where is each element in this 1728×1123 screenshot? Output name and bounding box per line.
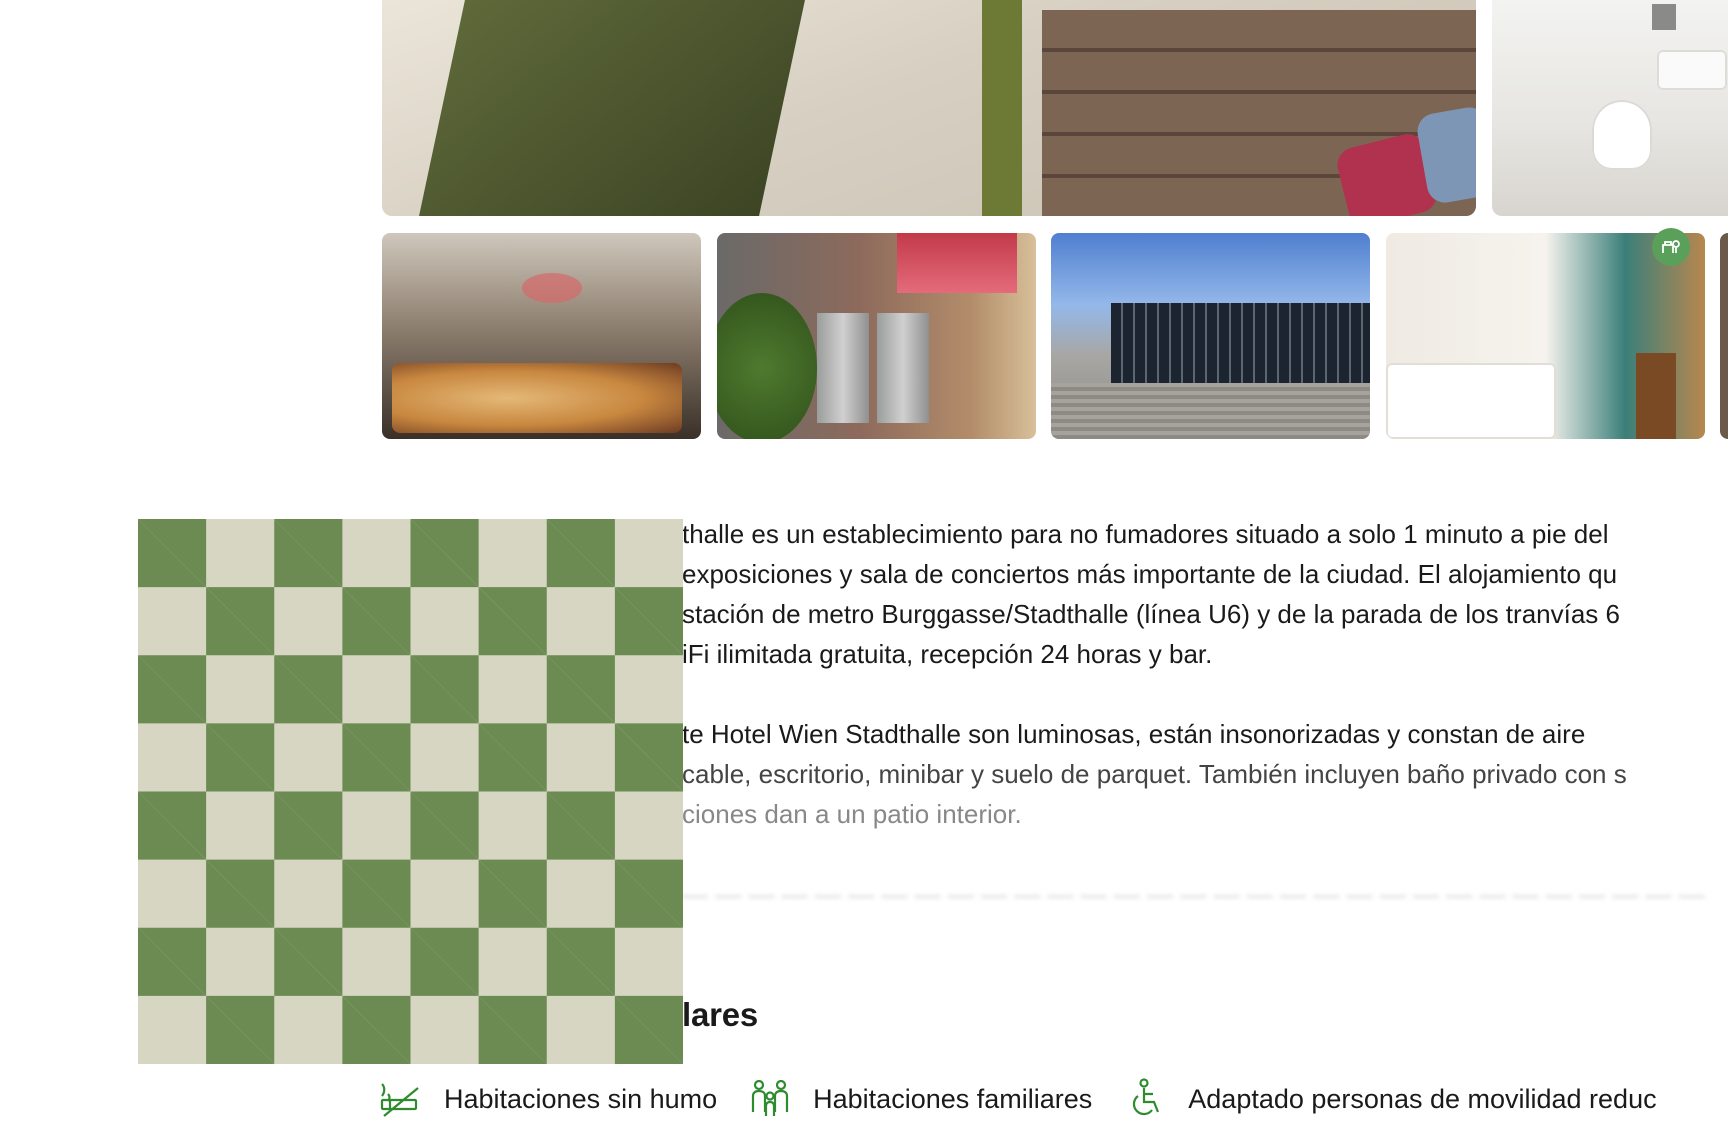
facility-label: Habitaciones familiares — [813, 1083, 1093, 1114]
description-line: ciones dan a un patio interior. — [682, 799, 1022, 829]
description-line: thalle es un establecimiento para no fum… — [682, 519, 1609, 549]
facility-item: Habitaciones familiares — [749, 1078, 1092, 1120]
family-icon — [752, 1079, 789, 1116]
facility-item: Adaptado personas de movilidad reduc — [1124, 1078, 1657, 1120]
breakfast-buffet-photo[interactable] — [382, 233, 701, 439]
partial-photo[interactable] — [1720, 233, 1728, 439]
facilities-list: Habitaciones sin humo Habitaciones famil… — [380, 1075, 1689, 1123]
hotel-lounge-photo[interactable] — [382, 0, 1476, 216]
facility-label: Adaptado personas de movilidad reduc — [1188, 1083, 1657, 1114]
facility-item: Habitaciones sin humo — [380, 1078, 717, 1120]
description-line: te Hotel Wien Stadthalle son luminosas, … — [682, 719, 1586, 749]
lobby-elevators-photo[interactable] — [717, 233, 1036, 439]
checkerboard-placeholder — [138, 519, 683, 1064]
description-line: iFi ilimitada gratuita, recepción 24 hor… — [682, 639, 1213, 669]
description-line: cable, escritorio, minibar y suelo de pa… — [682, 759, 1627, 789]
description-line: exposiciones y sala de conciertos más im… — [682, 559, 1618, 589]
description-line: stación de metro Burggasse/Stadthalle (l… — [682, 599, 1620, 629]
facilities-heading: lares — [682, 996, 759, 1033]
eco-certificate-icon — [1652, 228, 1690, 266]
hotel-room-photo[interactable] — [1386, 233, 1705, 439]
no-smoking-icon — [380, 1083, 419, 1117]
stadthalle-exterior-photo[interactable] — [1051, 233, 1370, 439]
bathroom-photo[interactable] — [1492, 0, 1728, 216]
blurred-description-line: — — — — — — — — — — — — — — — — — — — — … — [682, 879, 1705, 909]
wheelchair-icon — [1133, 1078, 1160, 1116]
facility-label: Habitaciones sin humo — [444, 1083, 718, 1114]
property-description: thalle es un establecimiento para no fum… — [682, 514, 1728, 914]
